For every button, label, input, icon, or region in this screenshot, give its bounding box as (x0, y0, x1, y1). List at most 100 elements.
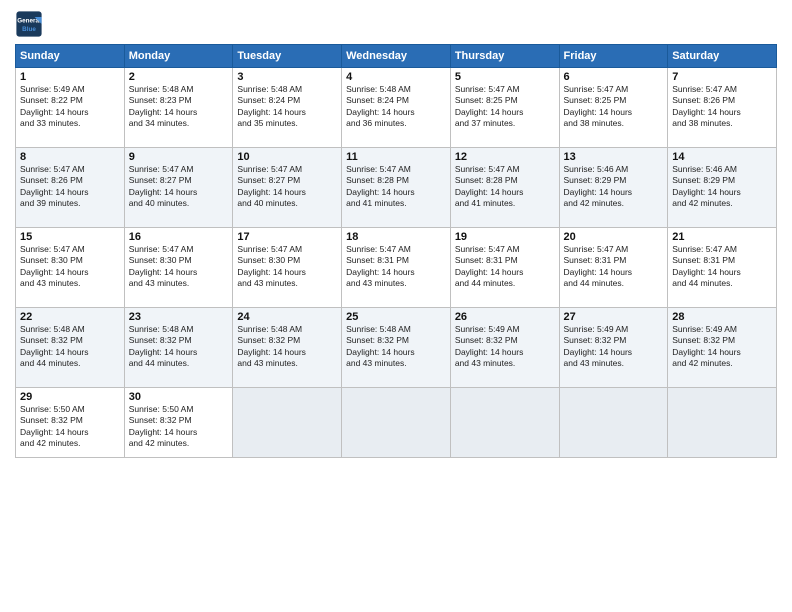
calendar-cell: 29Sunrise: 5:50 AMSunset: 8:32 PMDayligh… (16, 388, 125, 458)
cell-info: Sunrise: 5:47 AMSunset: 8:28 PMDaylight:… (455, 164, 555, 210)
calendar-cell (342, 388, 451, 458)
cell-info: Sunrise: 5:49 AMSunset: 8:22 PMDaylight:… (20, 84, 120, 130)
calendar-cell: 30Sunrise: 5:50 AMSunset: 8:32 PMDayligh… (124, 388, 233, 458)
calendar-cell: 22Sunrise: 5:48 AMSunset: 8:32 PMDayligh… (16, 308, 125, 388)
day-number: 6 (564, 71, 664, 83)
calendar-table: SundayMondayTuesdayWednesdayThursdayFrid… (15, 44, 777, 458)
day-number: 9 (129, 151, 229, 163)
calendar-cell: 18Sunrise: 5:47 AMSunset: 8:31 PMDayligh… (342, 228, 451, 308)
day-number: 30 (129, 391, 229, 403)
header-monday: Monday (124, 45, 233, 68)
cell-info: Sunrise: 5:48 AMSunset: 8:24 PMDaylight:… (346, 84, 446, 130)
logo-icon: General Blue (15, 10, 43, 38)
calendar-cell: 5Sunrise: 5:47 AMSunset: 8:25 PMDaylight… (450, 68, 559, 148)
cell-info: Sunrise: 5:47 AMSunset: 8:31 PMDaylight:… (672, 244, 772, 290)
day-number: 15 (20, 231, 120, 243)
day-number: 5 (455, 71, 555, 83)
calendar-week-5: 29Sunrise: 5:50 AMSunset: 8:32 PMDayligh… (16, 388, 777, 458)
day-number: 2 (129, 71, 229, 83)
calendar-cell: 24Sunrise: 5:48 AMSunset: 8:32 PMDayligh… (233, 308, 342, 388)
calendar-cell: 10Sunrise: 5:47 AMSunset: 8:27 PMDayligh… (233, 148, 342, 228)
day-number: 19 (455, 231, 555, 243)
day-number: 4 (346, 71, 446, 83)
calendar-cell: 25Sunrise: 5:48 AMSunset: 8:32 PMDayligh… (342, 308, 451, 388)
day-number: 17 (237, 231, 337, 243)
cell-info: Sunrise: 5:47 AMSunset: 8:26 PMDaylight:… (20, 164, 120, 210)
calendar-cell: 20Sunrise: 5:47 AMSunset: 8:31 PMDayligh… (559, 228, 668, 308)
calendar-cell (450, 388, 559, 458)
day-number: 1 (20, 71, 120, 83)
calendar-week-4: 22Sunrise: 5:48 AMSunset: 8:32 PMDayligh… (16, 308, 777, 388)
cell-info: Sunrise: 5:47 AMSunset: 8:30 PMDaylight:… (237, 244, 337, 290)
cell-info: Sunrise: 5:47 AMSunset: 8:25 PMDaylight:… (455, 84, 555, 130)
day-number: 7 (672, 71, 772, 83)
calendar-cell: 23Sunrise: 5:48 AMSunset: 8:32 PMDayligh… (124, 308, 233, 388)
cell-info: Sunrise: 5:50 AMSunset: 8:32 PMDaylight:… (129, 404, 229, 450)
cell-info: Sunrise: 5:48 AMSunset: 8:32 PMDaylight:… (237, 324, 337, 370)
calendar-cell: 3Sunrise: 5:48 AMSunset: 8:24 PMDaylight… (233, 68, 342, 148)
calendar-cell: 11Sunrise: 5:47 AMSunset: 8:28 PMDayligh… (342, 148, 451, 228)
cell-info: Sunrise: 5:49 AMSunset: 8:32 PMDaylight:… (455, 324, 555, 370)
cell-info: Sunrise: 5:47 AMSunset: 8:26 PMDaylight:… (672, 84, 772, 130)
cell-info: Sunrise: 5:47 AMSunset: 8:27 PMDaylight:… (129, 164, 229, 210)
day-number: 12 (455, 151, 555, 163)
calendar-cell: 13Sunrise: 5:46 AMSunset: 8:29 PMDayligh… (559, 148, 668, 228)
day-number: 14 (672, 151, 772, 163)
calendar-cell: 2Sunrise: 5:48 AMSunset: 8:23 PMDaylight… (124, 68, 233, 148)
cell-info: Sunrise: 5:49 AMSunset: 8:32 PMDaylight:… (672, 324, 772, 370)
header-friday: Friday (559, 45, 668, 68)
day-number: 26 (455, 311, 555, 323)
calendar-cell: 17Sunrise: 5:47 AMSunset: 8:30 PMDayligh… (233, 228, 342, 308)
day-number: 27 (564, 311, 664, 323)
cell-info: Sunrise: 5:47 AMSunset: 8:31 PMDaylight:… (346, 244, 446, 290)
cell-info: Sunrise: 5:47 AMSunset: 8:30 PMDaylight:… (129, 244, 229, 290)
day-number: 25 (346, 311, 446, 323)
header-thursday: Thursday (450, 45, 559, 68)
day-number: 3 (237, 71, 337, 83)
day-number: 24 (237, 311, 337, 323)
calendar-cell: 15Sunrise: 5:47 AMSunset: 8:30 PMDayligh… (16, 228, 125, 308)
cell-info: Sunrise: 5:50 AMSunset: 8:32 PMDaylight:… (20, 404, 120, 450)
day-number: 10 (237, 151, 337, 163)
header-sunday: Sunday (16, 45, 125, 68)
header-tuesday: Tuesday (233, 45, 342, 68)
cell-info: Sunrise: 5:46 AMSunset: 8:29 PMDaylight:… (672, 164, 772, 210)
cell-info: Sunrise: 5:48 AMSunset: 8:24 PMDaylight:… (237, 84, 337, 130)
calendar-cell: 7Sunrise: 5:47 AMSunset: 8:26 PMDaylight… (668, 68, 777, 148)
svg-text:Blue: Blue (22, 26, 36, 33)
calendar-cell: 12Sunrise: 5:47 AMSunset: 8:28 PMDayligh… (450, 148, 559, 228)
day-number: 21 (672, 231, 772, 243)
calendar-cell (559, 388, 668, 458)
page: General Blue SundayMondayTuesdayWednesda… (0, 0, 792, 612)
day-number: 18 (346, 231, 446, 243)
calendar-cell: 26Sunrise: 5:49 AMSunset: 8:32 PMDayligh… (450, 308, 559, 388)
calendar-cell: 4Sunrise: 5:48 AMSunset: 8:24 PMDaylight… (342, 68, 451, 148)
cell-info: Sunrise: 5:47 AMSunset: 8:27 PMDaylight:… (237, 164, 337, 210)
calendar-cell: 1Sunrise: 5:49 AMSunset: 8:22 PMDaylight… (16, 68, 125, 148)
cell-info: Sunrise: 5:47 AMSunset: 8:25 PMDaylight:… (564, 84, 664, 130)
cell-info: Sunrise: 5:48 AMSunset: 8:32 PMDaylight:… (20, 324, 120, 370)
calendar-header-row: SundayMondayTuesdayWednesdayThursdayFrid… (16, 45, 777, 68)
calendar-cell: 21Sunrise: 5:47 AMSunset: 8:31 PMDayligh… (668, 228, 777, 308)
day-number: 23 (129, 311, 229, 323)
day-number: 16 (129, 231, 229, 243)
cell-info: Sunrise: 5:48 AMSunset: 8:32 PMDaylight:… (129, 324, 229, 370)
calendar-cell: 28Sunrise: 5:49 AMSunset: 8:32 PMDayligh… (668, 308, 777, 388)
day-number: 28 (672, 311, 772, 323)
logo: General Blue (15, 10, 43, 38)
day-number: 29 (20, 391, 120, 403)
day-number: 13 (564, 151, 664, 163)
calendar-cell: 27Sunrise: 5:49 AMSunset: 8:32 PMDayligh… (559, 308, 668, 388)
day-number: 11 (346, 151, 446, 163)
cell-info: Sunrise: 5:48 AMSunset: 8:32 PMDaylight:… (346, 324, 446, 370)
calendar-cell: 8Sunrise: 5:47 AMSunset: 8:26 PMDaylight… (16, 148, 125, 228)
day-number: 20 (564, 231, 664, 243)
calendar-cell: 14Sunrise: 5:46 AMSunset: 8:29 PMDayligh… (668, 148, 777, 228)
cell-info: Sunrise: 5:46 AMSunset: 8:29 PMDaylight:… (564, 164, 664, 210)
calendar-cell (233, 388, 342, 458)
day-number: 22 (20, 311, 120, 323)
header: General Blue (15, 10, 777, 38)
calendar-cell: 9Sunrise: 5:47 AMSunset: 8:27 PMDaylight… (124, 148, 233, 228)
header-wednesday: Wednesday (342, 45, 451, 68)
cell-info: Sunrise: 5:47 AMSunset: 8:30 PMDaylight:… (20, 244, 120, 290)
